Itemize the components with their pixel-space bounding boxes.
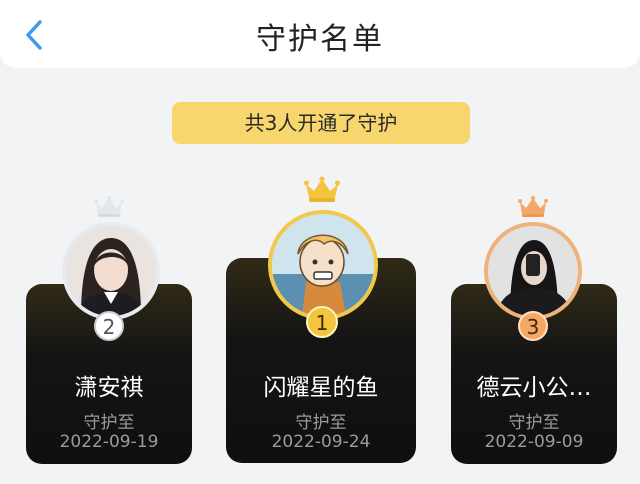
guardian-name: 德云小公… — [476, 375, 592, 401]
user-avatar-image — [272, 214, 374, 316]
user-avatar-image — [66, 226, 156, 316]
bronze-crown-icon — [518, 196, 548, 217]
avatar[interactable] — [484, 222, 582, 320]
guardian-until-label: 守护至 — [508, 413, 560, 433]
rank-badge: 3 — [518, 311, 548, 341]
top-bar: 守护名单 — [0, 0, 640, 68]
guardian-until-label: 守护至 — [295, 413, 347, 433]
gold-crown-icon — [304, 176, 340, 202]
guardian-until-date: 2022-09-19 — [59, 432, 159, 452]
guardian-until-label: 守护至 — [83, 413, 135, 433]
guardian-until-date: 2022-09-24 — [271, 432, 371, 452]
guardian-count-banner: 共3人开通了守护 — [172, 102, 470, 144]
rank-badge: 2 — [94, 311, 124, 341]
guardian-name: 潇安祺 — [74, 375, 144, 401]
page-title: 守护名单 — [256, 22, 384, 57]
silver-crown-icon — [94, 196, 124, 217]
rank-badge: 1 — [306, 306, 338, 338]
user-avatar-image — [488, 226, 578, 316]
guardian-name: 闪耀星的鱼 — [263, 375, 379, 401]
avatar[interactable] — [268, 210, 378, 320]
guardian-until-date: 2022-09-09 — [484, 432, 584, 452]
avatar[interactable] — [62, 222, 160, 320]
